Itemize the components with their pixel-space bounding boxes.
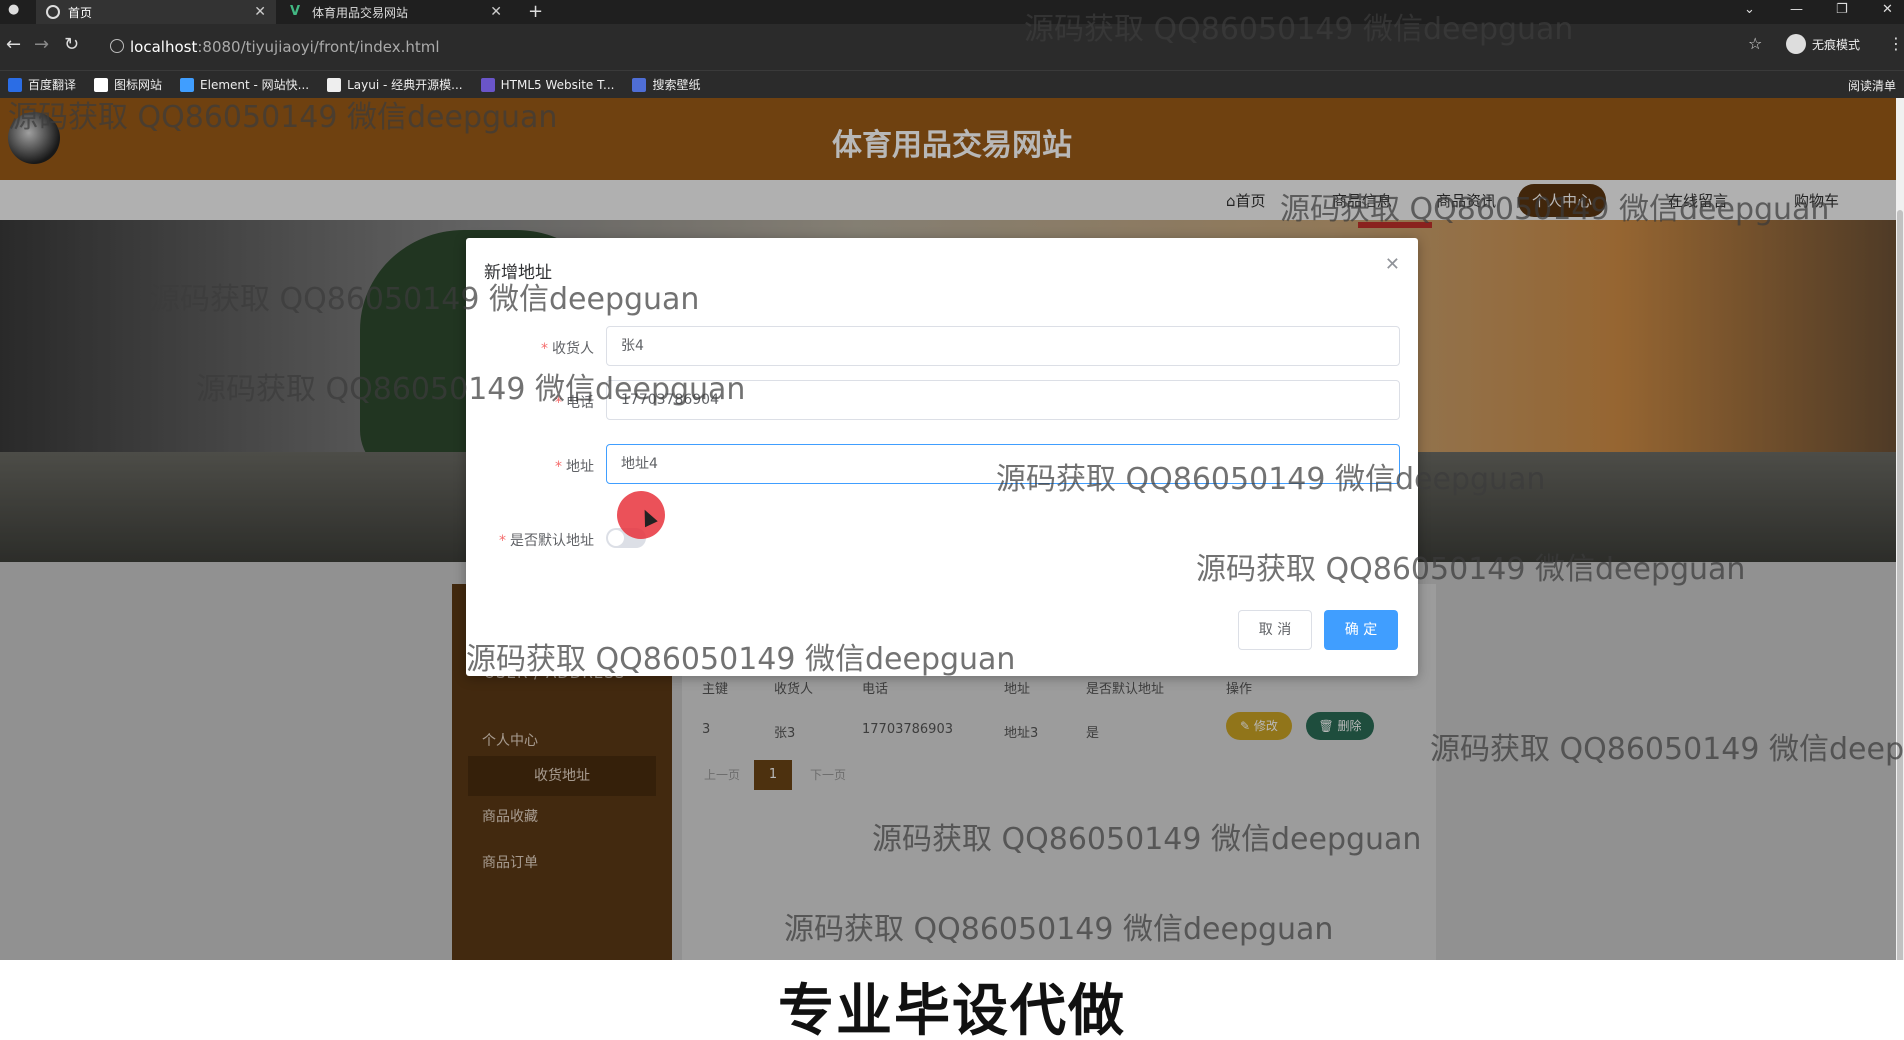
url-host: localhost [130,38,198,56]
bookmark-label: 搜索壁纸 [652,78,701,92]
vue-icon: V [290,4,301,19]
flag-icon [94,77,109,92]
close-icon[interactable]: ✕ [1385,254,1400,275]
bookmark-item[interactable]: HTML5 Website T... [480,77,615,92]
video-caption: 专业毕设代做 [778,979,1126,1040]
bookmark-label: 百度翻译 [28,78,77,92]
globe-icon [46,5,60,19]
browser-tab-bar: ● 首页 ✕ V 体育用品交易网站 ✕ + ⌄ — ❐ ✕ [0,0,1904,24]
label-text: 收货人 [552,341,594,357]
label-text: 电话 [566,395,594,411]
add-address-dialog: 新增地址 ✕ * 收货人 张4 * 电话 17703786904 * 地址 地址4 *… [466,238,1418,676]
close-window-icon[interactable]: ✕ [1882,2,1893,17]
url-path: :8080/tiyujiaoyi/front/index.html [197,38,440,56]
tab-home[interactable]: 首页 ✕ [36,0,276,24]
bookmarks-bar: 百度翻译 图标网站 Element - 网站快... Layui - 经典开源模… [0,70,1904,98]
browser-menu-icon[interactable]: ● [8,2,19,17]
form-label-phone: * 电话 [555,395,594,411]
website-viewport: 体育用品交易网站 ⌂首页 商品信息 商品资讯 个人中心 在线留言 购物车 USE… [0,98,1904,960]
bookmark-label: 图标网站 [114,78,163,92]
tab-title: 首页 [68,5,93,20]
close-tab-icon[interactable]: ✕ [254,4,266,20]
url-field[interactable]: localhost:8080/tiyujiaoyi/front/index.ht… [104,32,1744,62]
incognito-icon [1786,34,1806,54]
element-icon [180,77,195,92]
wallpaper-icon [632,77,647,92]
profile-button[interactable]: 无痕模式 [1786,34,1860,54]
reading-list[interactable]: 阅读清单 [1848,77,1896,94]
recipient-input[interactable]: 张4 [606,326,1400,366]
cancel-button[interactable]: 取 消 [1238,610,1312,650]
restore-icon[interactable]: ❐ [1836,2,1848,17]
confirm-button[interactable]: 确 定 [1324,610,1398,650]
profile-label: 无痕模式 [1812,37,1861,52]
form-label-address: * 地址 [555,459,594,475]
dialog-title: 新增地址 [484,263,552,283]
bookmark-label: Element - 网站快... [200,78,310,92]
layui-icon [327,77,342,92]
tab-site[interactable]: V 体育用品交易网站 ✕ [280,0,512,24]
label-text: 是否默认地址 [510,533,594,549]
forward-icon[interactable]: → [34,34,49,55]
bookmark-star-icon[interactable]: ☆ [1748,34,1762,53]
baidu-translate-icon [8,77,22,92]
address-bar-row: ← → ↻ localhost:8080/tiyujiaoyi/front/in… [0,24,1904,70]
new-tab-icon[interactable]: + [528,1,543,22]
tab-search-icon[interactable]: ⌄ [1744,2,1755,17]
bookmark-item[interactable]: 百度翻译 [8,76,76,93]
address-input[interactable]: 地址4 [606,444,1400,484]
scrollbar-thumb[interactable] [1897,210,1903,970]
close-tab-icon[interactable]: ✕ [490,4,502,20]
bookmark-item[interactable]: Layui - 经典开源模... [327,76,463,93]
back-icon[interactable]: ← [6,34,21,55]
minimize-icon[interactable]: — [1790,2,1803,17]
reload-icon[interactable]: ↻ [64,34,79,55]
switch-knob [608,530,624,546]
html5-icon [480,77,495,92]
bookmark-item[interactable]: 图标网站 [94,76,162,93]
more-menu-icon[interactable]: ⋮ [1888,34,1904,53]
form-label-default: * 是否默认地址 [499,533,594,549]
label-text: 地址 [566,459,594,475]
site-info-icon[interactable] [110,39,124,53]
form-label-name: * 收货人 [541,341,594,357]
bookmark-label: HTML5 Website T... [500,77,615,92]
bookmark-item[interactable]: Element - 网站快... [180,76,309,93]
tab-title: 体育用品交易网站 [312,5,409,20]
bookmark-label: Layui - 经典开源模... [347,78,463,92]
phone-input[interactable]: 17703786904 [606,380,1400,420]
bookmark-item[interactable]: 搜索壁纸 [632,76,700,93]
